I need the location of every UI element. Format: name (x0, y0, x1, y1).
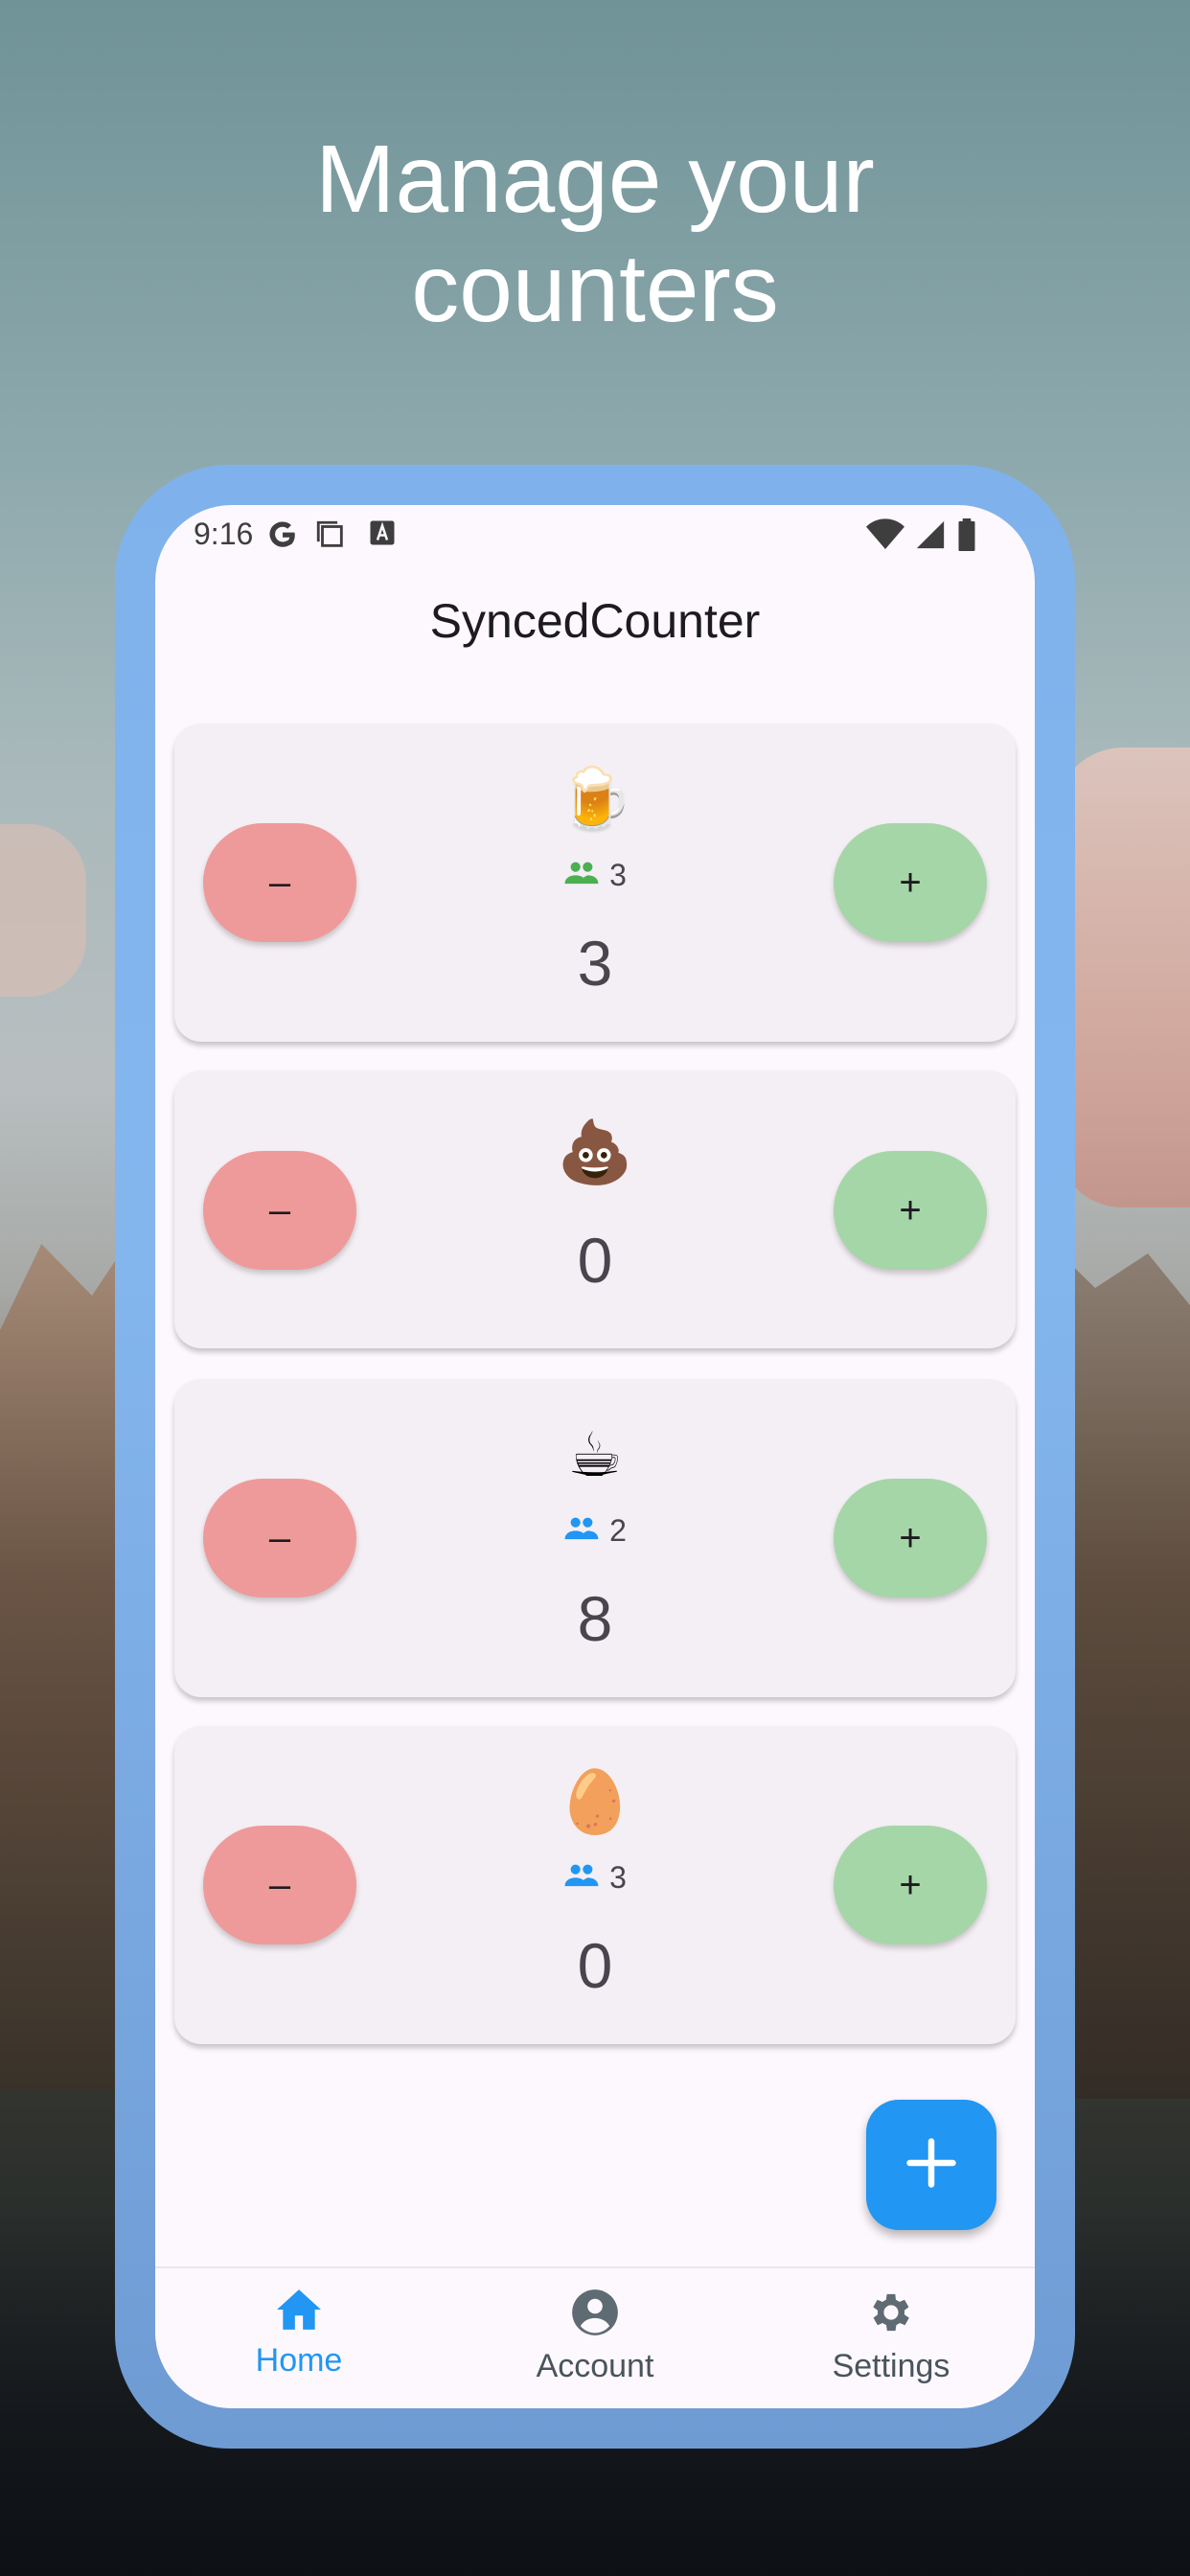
shared-count: 3 (609, 858, 627, 892)
nav-label: Settings (832, 2348, 950, 2384)
increment-button[interactable]: + (834, 1479, 987, 1598)
headline-line: Manage your (315, 126, 875, 233)
battery-icon (956, 518, 977, 556)
app-title: SyncedCounter (429, 594, 761, 648)
shared-count: 2 (609, 1513, 627, 1548)
increment-button[interactable]: + (834, 1826, 987, 1944)
add-counter-button[interactable] (866, 2100, 996, 2230)
nav-item-account[interactable]: Account (451, 2288, 739, 2385)
phone-screen: 9:16 SyncedCounter – 🍺 3 3 + – 💩 0 + – ☕… (155, 505, 1035, 2408)
shared-count: 3 (609, 1860, 627, 1895)
bottom-navigation: Home Account Settings (155, 2266, 1035, 2408)
settings-icon (866, 2293, 916, 2341)
nav-item-home[interactable]: Home (155, 2288, 443, 2380)
nav-label: Home (255, 2342, 343, 2379)
counter-card: – 🥚 3 0 + (174, 1726, 1016, 2044)
status-time: 9:16 (194, 517, 254, 551)
nav-item-settings[interactable]: Settings (747, 2288, 1035, 2385)
headline: Manage your counters (0, 125, 1190, 343)
counter-card: – 💩 0 + (174, 1070, 1016, 1348)
people-icon (563, 861, 600, 890)
background-cloud (1056, 748, 1190, 1208)
account-icon (570, 2289, 620, 2341)
increment-button[interactable]: + (834, 1151, 987, 1270)
headline-line: counters (411, 235, 779, 342)
background-cloud (0, 824, 86, 997)
signal-icon (914, 518, 947, 556)
counter-card: – ☕ 2 8 + (174, 1379, 1016, 1697)
nav-label: Account (536, 2348, 654, 2384)
increment-label: + (899, 1188, 922, 1231)
increment-label: + (899, 1516, 922, 1559)
counter-card: – 🍺 3 3 + (174, 724, 1016, 1042)
wifi-icon (866, 518, 904, 556)
status-icons (866, 518, 977, 556)
status-bar: 9:16 (155, 505, 1035, 582)
font-icon (368, 518, 397, 552)
plus-icon (903, 2134, 960, 2196)
google-icon (266, 518, 299, 556)
people-icon (563, 1863, 600, 1893)
people-icon (563, 1516, 600, 1546)
copy-icon (314, 518, 347, 556)
increment-label: + (899, 861, 922, 904)
increment-button[interactable]: + (834, 823, 987, 942)
home-icon (275, 2289, 323, 2335)
increment-label: + (899, 1863, 922, 1906)
